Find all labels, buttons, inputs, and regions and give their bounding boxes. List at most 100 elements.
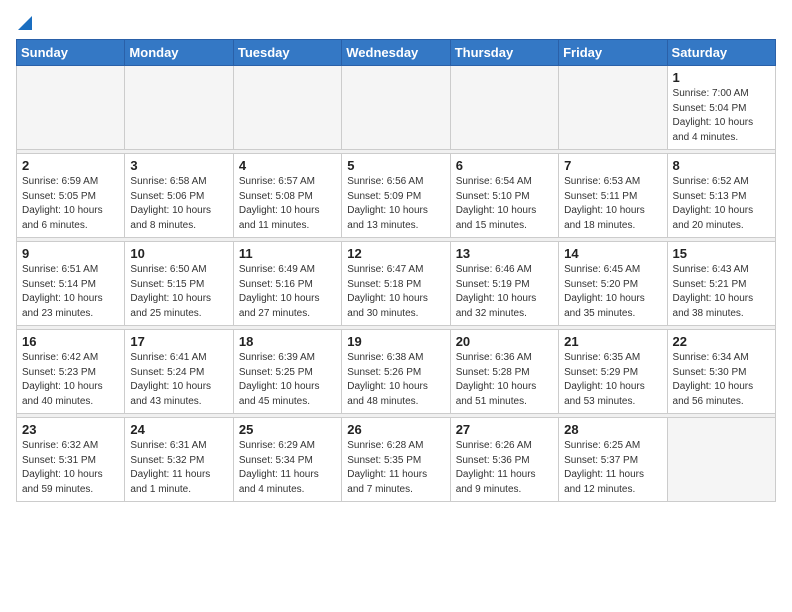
- day-cell: 5 Sunrise: 6:56 AM Sunset: 5:09 PM Daylig…: [342, 154, 450, 238]
- weekday-header-sunday: Sunday: [17, 40, 125, 66]
- day-cell: [342, 66, 450, 150]
- day-cell: [17, 66, 125, 150]
- day-number: 25: [239, 422, 336, 437]
- day-info: Sunrise: 6:51 AM Sunset: 5:14 PM Dayligh…: [22, 263, 119, 321]
- day-info: Sunrise: 6:25 AM Sunset: 5:37 PM Dayligh…: [564, 439, 661, 497]
- day-info: Sunrise: 6:41 AM Sunset: 5:24 PM Dayligh…: [130, 351, 227, 409]
- week-row-4: 16 Sunrise: 6:42 AM Sunset: 5:23 PM Dayli…: [17, 330, 776, 414]
- day-cell: 12 Sunrise: 6:47 AM Sunset: 5:18 PM Dayli…: [342, 242, 450, 326]
- day-cell: 24 Sunrise: 6:31 AM Sunset: 5:32 PM Dayli…: [125, 418, 233, 502]
- day-number: 8: [673, 158, 770, 173]
- day-cell: 16 Sunrise: 6:42 AM Sunset: 5:23 PM Dayli…: [17, 330, 125, 414]
- day-info: Sunrise: 6:43 AM Sunset: 5:21 PM Dayligh…: [673, 263, 770, 321]
- day-number: 9: [22, 246, 119, 261]
- day-number: 21: [564, 334, 661, 349]
- logo: [16, 16, 32, 31]
- day-info: Sunrise: 6:39 AM Sunset: 5:25 PM Dayligh…: [239, 351, 336, 409]
- day-cell: 20 Sunrise: 6:36 AM Sunset: 5:28 PM Dayli…: [450, 330, 558, 414]
- day-number: 5: [347, 158, 444, 173]
- day-cell: 22 Sunrise: 6:34 AM Sunset: 5:30 PM Dayli…: [667, 330, 775, 414]
- day-info: Sunrise: 6:28 AM Sunset: 5:35 PM Dayligh…: [347, 439, 444, 497]
- day-info: Sunrise: 6:53 AM Sunset: 5:11 PM Dayligh…: [564, 175, 661, 233]
- day-cell: [559, 66, 667, 150]
- day-info: Sunrise: 6:54 AM Sunset: 5:10 PM Dayligh…: [456, 175, 553, 233]
- weekday-header-monday: Monday: [125, 40, 233, 66]
- day-cell: [125, 66, 233, 150]
- day-info: Sunrise: 7:00 AM Sunset: 5:04 PM Dayligh…: [673, 87, 770, 145]
- day-number: 18: [239, 334, 336, 349]
- day-number: 6: [456, 158, 553, 173]
- day-info: Sunrise: 6:46 AM Sunset: 5:19 PM Dayligh…: [456, 263, 553, 321]
- day-number: 11: [239, 246, 336, 261]
- week-row-1: 1 Sunrise: 7:00 AM Sunset: 5:04 PM Daylig…: [17, 66, 776, 150]
- day-info: Sunrise: 6:35 AM Sunset: 5:29 PM Dayligh…: [564, 351, 661, 409]
- day-number: 1: [673, 70, 770, 85]
- day-number: 14: [564, 246, 661, 261]
- day-info: Sunrise: 6:58 AM Sunset: 5:06 PM Dayligh…: [130, 175, 227, 233]
- day-number: 16: [22, 334, 119, 349]
- day-info: Sunrise: 6:31 AM Sunset: 5:32 PM Dayligh…: [130, 439, 227, 497]
- day-info: Sunrise: 6:50 AM Sunset: 5:15 PM Dayligh…: [130, 263, 227, 321]
- day-cell: 17Sunrise: 6:41 AM Sunset: 5:24 PM Dayli…: [125, 330, 233, 414]
- day-number: 20: [456, 334, 553, 349]
- day-info: Sunrise: 6:38 AM Sunset: 5:26 PM Dayligh…: [347, 351, 444, 409]
- day-number: 10: [130, 246, 227, 261]
- day-number: 12: [347, 246, 444, 261]
- header: [16, 16, 776, 31]
- day-info: Sunrise: 6:29 AM Sunset: 5:34 PM Dayligh…: [239, 439, 336, 497]
- day-number: 4: [239, 158, 336, 173]
- weekday-header-saturday: Saturday: [667, 40, 775, 66]
- day-info: Sunrise: 6:47 AM Sunset: 5:18 PM Dayligh…: [347, 263, 444, 321]
- weekday-header-thursday: Thursday: [450, 40, 558, 66]
- day-info: Sunrise: 6:26 AM Sunset: 5:36 PM Dayligh…: [456, 439, 553, 497]
- day-info: Sunrise: 6:52 AM Sunset: 5:13 PM Dayligh…: [673, 175, 770, 233]
- day-info: Sunrise: 6:45 AM Sunset: 5:20 PM Dayligh…: [564, 263, 661, 321]
- day-cell: 27 Sunrise: 6:26 AM Sunset: 5:36 PM Dayli…: [450, 418, 558, 502]
- day-number: 19: [347, 334, 444, 349]
- day-info: Sunrise: 6:57 AM Sunset: 5:08 PM Dayligh…: [239, 175, 336, 233]
- day-cell: 26 Sunrise: 6:28 AM Sunset: 5:35 PM Dayli…: [342, 418, 450, 502]
- day-cell: [450, 66, 558, 150]
- day-number: 23: [22, 422, 119, 437]
- day-number: 24: [130, 422, 227, 437]
- day-cell: 21 Sunrise: 6:35 AM Sunset: 5:29 PM Dayli…: [559, 330, 667, 414]
- day-cell: 7Sunrise: 6:53 AM Sunset: 5:11 PM Daylig…: [559, 154, 667, 238]
- day-number: 2: [22, 158, 119, 173]
- day-cell: 10 Sunrise: 6:50 AM Sunset: 5:15 PM Dayli…: [125, 242, 233, 326]
- day-number: 27: [456, 422, 553, 437]
- week-row-5: 23 Sunrise: 6:32 AM Sunset: 5:31 PM Dayli…: [17, 418, 776, 502]
- day-info: Sunrise: 6:49 AM Sunset: 5:16 PM Dayligh…: [239, 263, 336, 321]
- calendar-table: SundayMondayTuesdayWednesdayThursdayFrid…: [16, 39, 776, 502]
- day-cell: 23 Sunrise: 6:32 AM Sunset: 5:31 PM Dayli…: [17, 418, 125, 502]
- day-cell: [667, 418, 775, 502]
- day-info: Sunrise: 6:59 AM Sunset: 5:05 PM Dayligh…: [22, 175, 119, 233]
- day-number: 28: [564, 422, 661, 437]
- day-cell: 19 Sunrise: 6:38 AM Sunset: 5:26 PM Dayli…: [342, 330, 450, 414]
- day-info: Sunrise: 6:56 AM Sunset: 5:09 PM Dayligh…: [347, 175, 444, 233]
- day-cell: 25 Sunrise: 6:29 AM Sunset: 5:34 PM Dayli…: [233, 418, 341, 502]
- day-number: 3: [130, 158, 227, 173]
- day-number: 15: [673, 246, 770, 261]
- week-row-2: 2 Sunrise: 6:59 AM Sunset: 5:05 PM Daylig…: [17, 154, 776, 238]
- logo-arrow-icon: [18, 16, 32, 35]
- weekday-header-wednesday: Wednesday: [342, 40, 450, 66]
- day-info: Sunrise: 6:42 AM Sunset: 5:23 PM Dayligh…: [22, 351, 119, 409]
- day-number: 13: [456, 246, 553, 261]
- day-number: 26: [347, 422, 444, 437]
- day-cell: 28 Sunrise: 6:25 AM Sunset: 5:37 PM Dayli…: [559, 418, 667, 502]
- day-info: Sunrise: 6:32 AM Sunset: 5:31 PM Dayligh…: [22, 439, 119, 497]
- weekday-header-friday: Friday: [559, 40, 667, 66]
- day-cell: 4 Sunrise: 6:57 AM Sunset: 5:08 PM Daylig…: [233, 154, 341, 238]
- day-cell: 1 Sunrise: 7:00 AM Sunset: 5:04 PM Daylig…: [667, 66, 775, 150]
- day-cell: 2 Sunrise: 6:59 AM Sunset: 5:05 PM Daylig…: [17, 154, 125, 238]
- weekday-header-tuesday: Tuesday: [233, 40, 341, 66]
- day-cell: 11 Sunrise: 6:49 AM Sunset: 5:16 PM Dayli…: [233, 242, 341, 326]
- day-cell: 8 Sunrise: 6:52 AM Sunset: 5:13 PM Daylig…: [667, 154, 775, 238]
- weekday-header-row: SundayMondayTuesdayWednesdayThursdayFrid…: [17, 40, 776, 66]
- day-number: 22: [673, 334, 770, 349]
- day-cell: [233, 66, 341, 150]
- day-info: Sunrise: 6:36 AM Sunset: 5:28 PM Dayligh…: [456, 351, 553, 409]
- week-row-3: 9 Sunrise: 6:51 AM Sunset: 5:14 PM Daylig…: [17, 242, 776, 326]
- day-cell: 14 Sunrise: 6:45 AM Sunset: 5:20 PM Dayli…: [559, 242, 667, 326]
- day-info: Sunrise: 6:34 AM Sunset: 5:30 PM Dayligh…: [673, 351, 770, 409]
